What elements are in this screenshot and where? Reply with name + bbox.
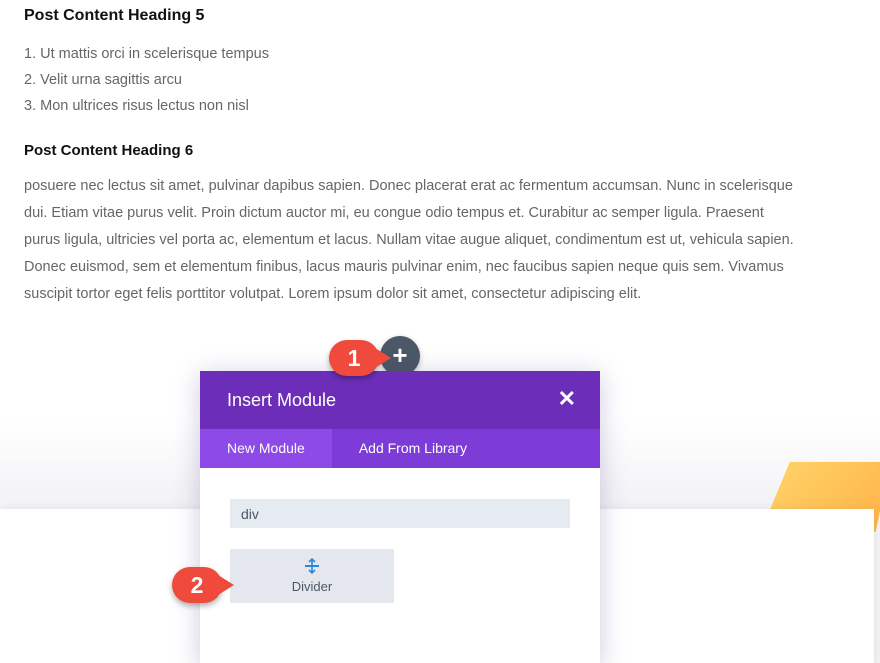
step-badge-1: 1 <box>329 340 391 376</box>
module-label: Divider <box>291 579 333 594</box>
plus-icon: + <box>392 340 408 370</box>
dialog-tabs: New Module Add From Library <box>200 429 600 468</box>
list-item: 2. Velit urna sagittis arcu <box>24 72 182 88</box>
post-heading-6: Post Content Heading 6 <box>24 142 194 159</box>
tab-add-from-library[interactable]: Add From Library <box>332 429 494 468</box>
list-item: 3. Mon ultrices risus lectus non nisl <box>24 98 249 114</box>
list-item: 1. Ut mattis orci in scelerisque tempus <box>24 46 269 62</box>
tab-new-module[interactable]: New Module <box>200 429 332 468</box>
step-badge-2: 2 <box>172 567 234 603</box>
post-paragraph: posuere nec lectus sit amet, pulvinar da… <box>24 178 794 302</box>
post-heading-5: Post Content Heading 5 <box>24 7 205 24</box>
post-list: 1. Ut mattis orci in scelerisque tempus … <box>24 42 269 120</box>
divider-module-button[interactable]: Divider <box>230 549 394 603</box>
divider-icon <box>305 558 319 574</box>
insert-module-dialog: Insert Module ✕ New Module Add From Libr… <box>200 371 600 663</box>
dialog-header: Insert Module ✕ <box>200 371 600 429</box>
module-search-input[interactable] <box>230 499 570 528</box>
close-icon[interactable]: ✕ <box>558 386 576 412</box>
dialog-title: Insert Module <box>227 390 337 410</box>
